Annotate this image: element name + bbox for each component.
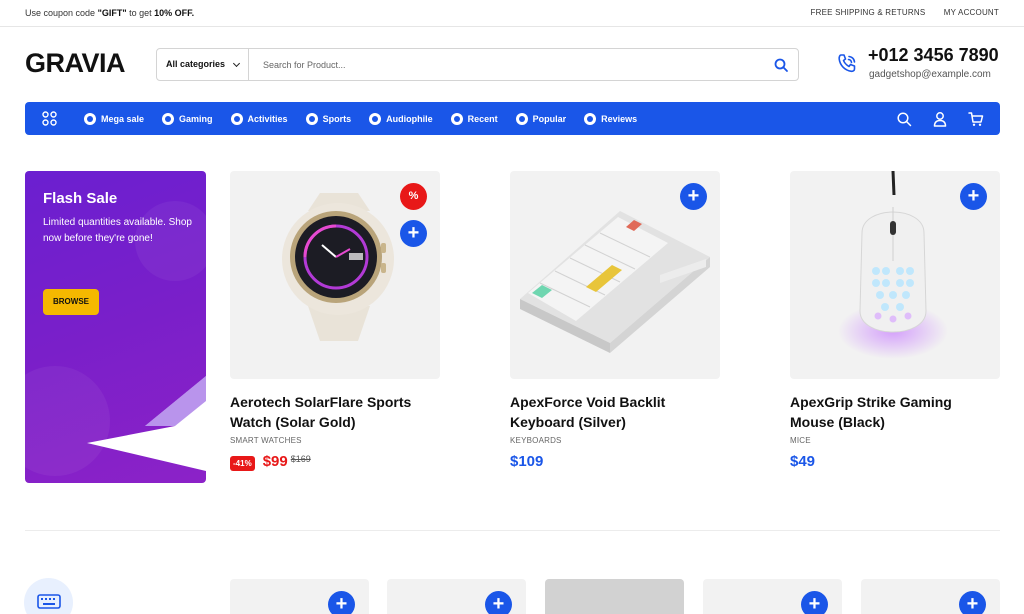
nav-item-mega-sale[interactable]: Mega sale [84, 112, 144, 125]
nav-item-gaming[interactable]: Gaming [162, 112, 213, 125]
nav-item-audiophile[interactable]: Audiophile [369, 112, 433, 125]
product-card[interactable]: + [861, 579, 1000, 614]
product-category[interactable]: MICE [790, 436, 1000, 445]
browse-button[interactable]: BROWSE [43, 289, 99, 315]
product-card[interactable] [545, 579, 684, 614]
nav-item-reviews[interactable]: Reviews [584, 112, 637, 125]
discount-tag: -41% [230, 456, 255, 471]
add-to-cart-button[interactable]: + [328, 591, 355, 614]
top-links: FREE SHIPPING & RETURNS MY ACCOUNT [795, 8, 999, 17]
nav-item-activities[interactable]: Activities [230, 112, 288, 125]
search-bar: All categories [156, 48, 799, 81]
search-input[interactable] [263, 57, 743, 73]
product-card[interactable]: + ApexGrip Strike Gaming Mouse (Black) M… [790, 171, 1000, 470]
nav-actions [876, 111, 984, 127]
product-category[interactable]: SMART WATCHES [230, 436, 440, 445]
chevron-down-icon [232, 59, 241, 68]
flash-sale-title: Flash Sale [43, 190, 118, 207]
section-divider [25, 530, 1000, 531]
add-to-cart-button[interactable]: + [400, 220, 427, 247]
old-price: $169 [290, 454, 311, 464]
discount-badge: % [400, 183, 427, 210]
ball-icon [305, 112, 318, 125]
product-card[interactable]: + [387, 579, 526, 614]
flash-sale-text: Limited quantities available. Shop now b… [43, 217, 192, 244]
nav-item-recent[interactable]: Recent [450, 112, 498, 125]
top-bar: Use coupon code "GIFT" to get 10% OFF. F… [0, 0, 1024, 27]
nav-items: Mega sale Gaming Activities Sports Audio… [84, 102, 655, 135]
user-icon[interactable] [932, 111, 948, 127]
my-account-link[interactable]: MY ACCOUNT [944, 8, 999, 17]
phone-number[interactable]: +012 3456 7890 [868, 45, 999, 66]
review-icon [584, 112, 597, 125]
grid-menu-icon[interactable] [42, 111, 57, 126]
clock-icon [450, 112, 463, 125]
flash-sale-banner[interactable]: Flash Sale Limited quantities available.… [25, 171, 206, 483]
product-card[interactable]: + [230, 579, 369, 614]
search-icon[interactable] [773, 57, 789, 73]
product-image[interactable]: + [790, 171, 1000, 379]
promo-text: Use coupon code "GIFT" to get 10% OFF. [25, 8, 195, 18]
keyboard-icon [37, 594, 61, 609]
add-to-cart-button[interactable]: + [959, 591, 986, 614]
nav-item-sports[interactable]: Sports [305, 112, 351, 125]
gamepad-icon [162, 112, 175, 125]
nav-item-popular[interactable]: Popular [515, 112, 566, 125]
add-to-cart-button[interactable]: + [485, 591, 512, 614]
product-image[interactable]: + [510, 171, 720, 379]
add-to-cart-button[interactable]: + [801, 591, 828, 614]
price-row: $109 [510, 453, 720, 470]
price-row: -41% $99 $169 [230, 453, 440, 471]
cart-icon[interactable] [968, 111, 984, 127]
product-image[interactable]: % + [230, 171, 440, 379]
tag-icon [84, 112, 96, 125]
star-icon [515, 112, 528, 125]
main-nav: Mega sale Gaming Activities Sports Audio… [25, 102, 1000, 135]
free-shipping-link[interactable]: FREE SHIPPING & RETURNS [811, 8, 926, 17]
search-icon[interactable] [896, 111, 912, 127]
activity-icon [230, 112, 243, 125]
category-select[interactable]: All categories [157, 49, 249, 80]
product-title[interactable]: Aerotech SolarFlare Sports Watch (Solar … [230, 392, 440, 432]
category-badge[interactable] [24, 578, 73, 614]
product-title[interactable]: ApexForce Void Backlit Keyboard (Silver) [510, 392, 720, 432]
site-logo[interactable]: GRAVIA [25, 48, 126, 79]
phone-icon [838, 54, 856, 73]
product-title[interactable]: ApexGrip Strike Gaming Mouse (Black) [790, 392, 1000, 432]
product-card[interactable]: + ApexForce Void Backlit Keyboard (Silve… [510, 171, 720, 470]
price-row: $49 [790, 453, 1000, 470]
add-to-cart-button[interactable]: + [680, 183, 707, 210]
email-address[interactable]: gadgetshop@example.com [869, 69, 991, 80]
product-card[interactable]: % + Aerotech SolarFlare Sports Watch (So… [230, 171, 440, 471]
product-price: $99 [262, 453, 288, 470]
product-category[interactable]: KEYBOARDS [510, 436, 720, 445]
product-price: $109 [510, 453, 544, 470]
add-to-cart-button[interactable]: + [960, 183, 987, 210]
product-price: $49 [790, 453, 816, 470]
headphones-icon [369, 112, 382, 125]
product-card[interactable]: + [703, 579, 842, 614]
